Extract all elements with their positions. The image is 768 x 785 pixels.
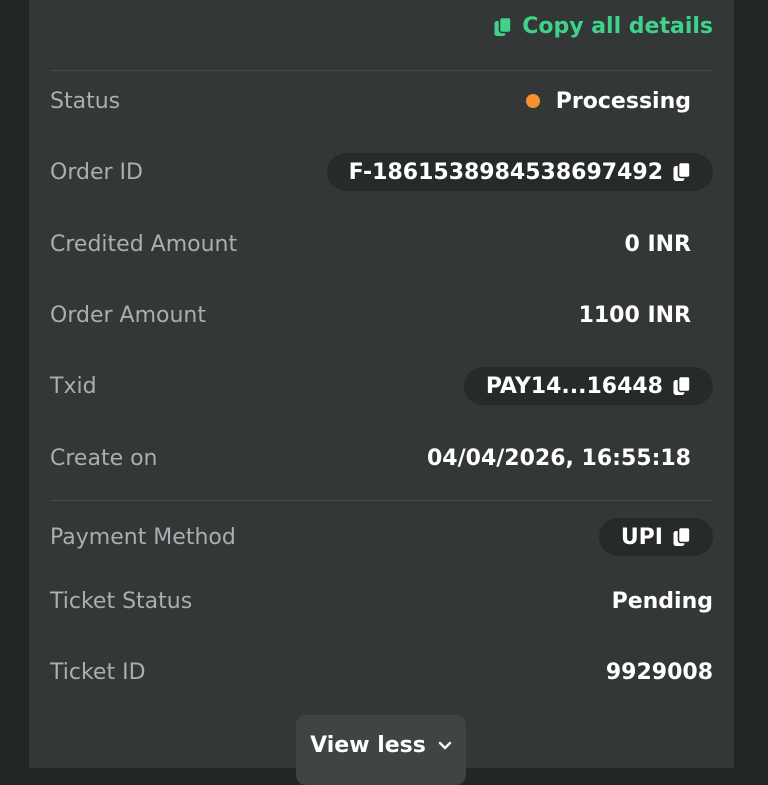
order-amount-row: Order Amount 1100 INR (50, 295, 713, 335)
copy-icon[interactable] (673, 376, 691, 396)
copy-icon[interactable] (673, 162, 691, 182)
payment-method-label: Payment Method (50, 524, 236, 550)
create-on-value: 04/04/2026, 16:55:18 (427, 445, 691, 471)
txid-label: Txid (50, 373, 97, 399)
payment-method-row: Payment Method UPI (50, 517, 713, 557)
order-amount-label: Order Amount (50, 302, 206, 328)
copy-icon (494, 16, 512, 36)
status-label: Status (50, 88, 121, 114)
status-row: Status Processing (50, 81, 713, 121)
create-on-label: Create on (50, 445, 158, 471)
payment-method-value: UPI (620, 524, 663, 550)
order-id-value: F-1861538984538697492 (348, 159, 663, 185)
order-id-pill: F-1861538984538697492 (326, 153, 713, 191)
ticket-status-row: Ticket Status Pending (50, 581, 713, 621)
view-less-label: View less (310, 733, 426, 758)
status-dot-icon (525, 94, 540, 108)
view-less-button[interactable]: View less (296, 715, 466, 785)
ticket-id-value: 9929008 (605, 659, 713, 685)
order-id-label: Order ID (50, 159, 143, 185)
txid-pill: PAY14...16448 (463, 367, 713, 405)
copy-all-details-label: Copy all details (522, 14, 713, 39)
txid-row: Txid PAY14...16448 (50, 366, 713, 406)
copy-all-details-button[interactable]: Copy all details (494, 14, 713, 39)
credited-amount-value: 0 INR (624, 231, 691, 257)
chevron-down-icon (438, 741, 452, 750)
divider (50, 70, 713, 71)
status-value: Processing (525, 88, 691, 114)
ticket-id-label: Ticket ID (50, 659, 146, 685)
credited-amount-row: Credited Amount 0 INR (50, 224, 713, 264)
txid-value: PAY14...16448 (485, 373, 663, 399)
order-id-row: Order ID F-1861538984538697492 (50, 152, 713, 192)
order-details-panel: Copy all details Status Processing Order… (29, 0, 734, 785)
ticket-status-label: Ticket Status (50, 588, 193, 614)
order-amount-value: 1100 INR (578, 302, 691, 328)
divider (50, 500, 713, 501)
ticket-id-row: Ticket ID 9929008 (50, 652, 713, 692)
credited-amount-label: Credited Amount (50, 231, 238, 257)
ticket-status-value: Pending (611, 588, 713, 614)
create-on-row: Create on 04/04/2026, 16:55:18 (50, 438, 713, 478)
payment-method-pill: UPI (598, 518, 713, 556)
status-text: Processing (555, 88, 691, 114)
copy-icon[interactable] (673, 527, 691, 547)
